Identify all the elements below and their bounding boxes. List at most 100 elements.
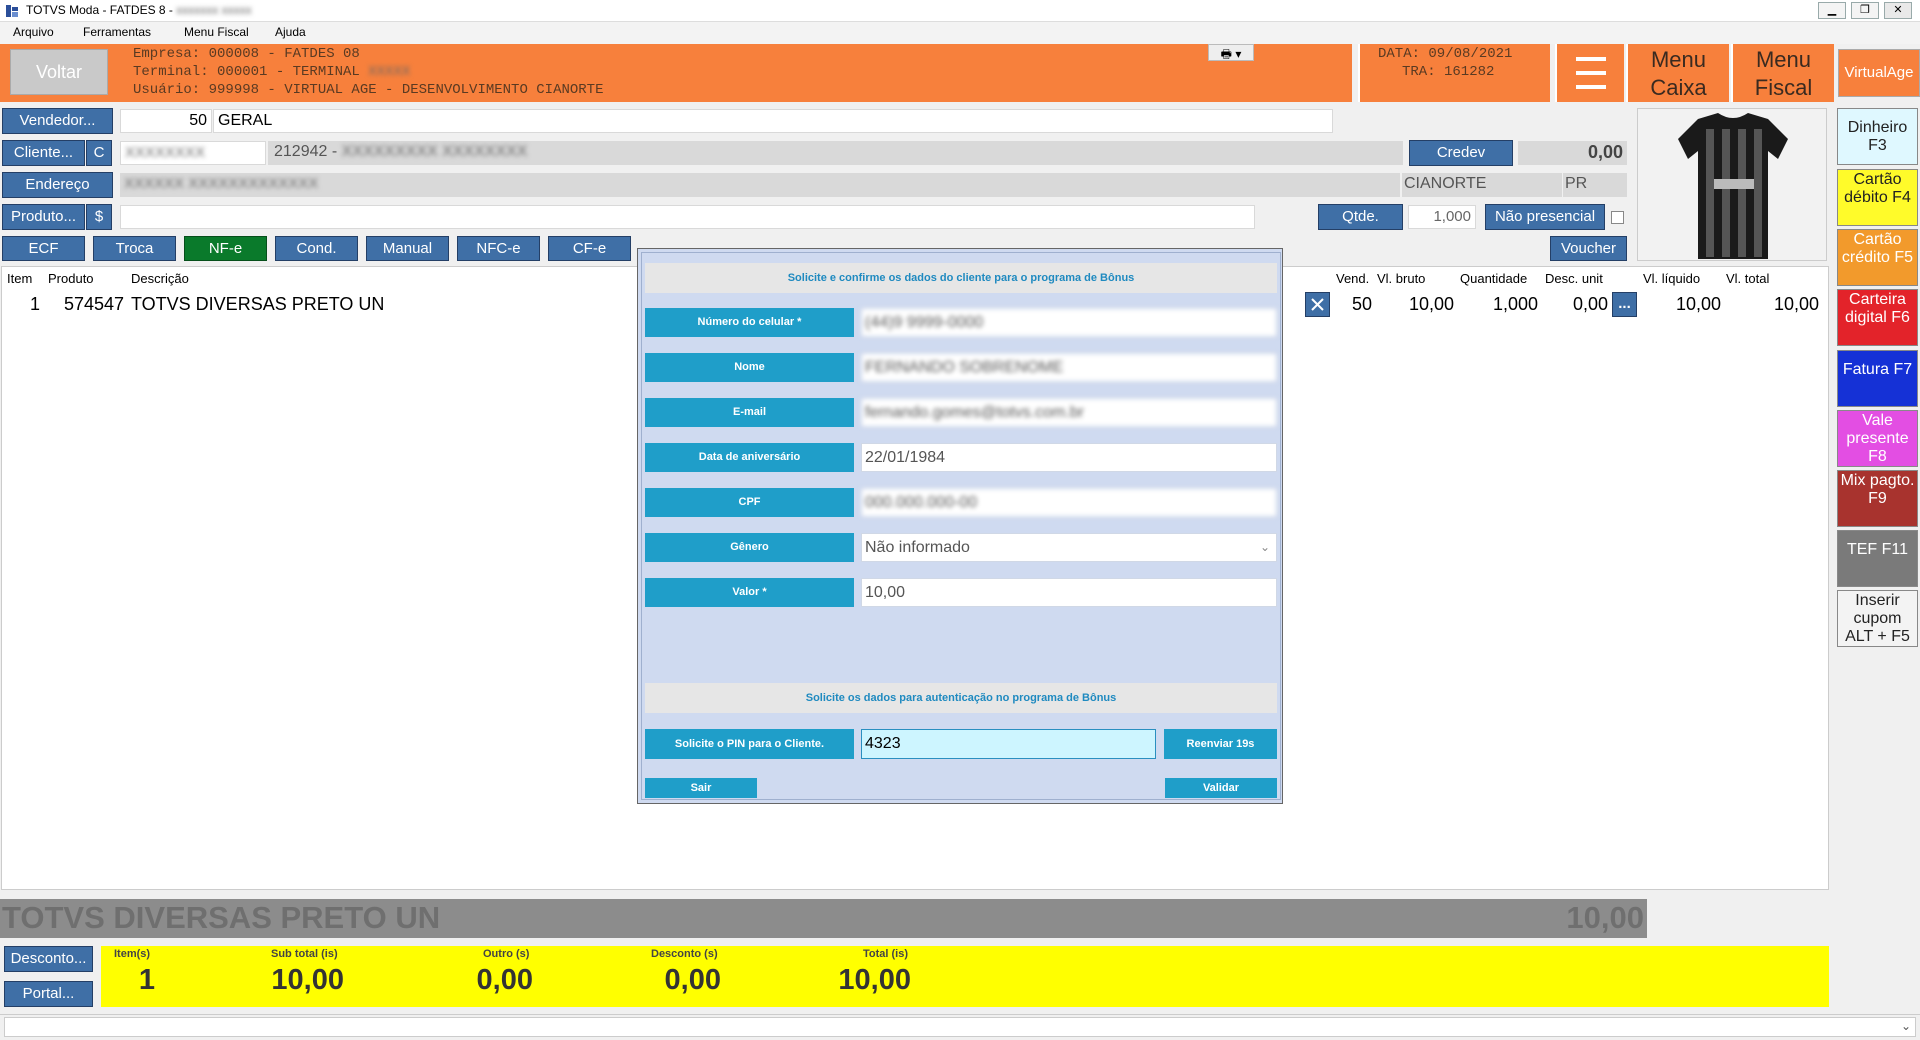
cpf-input[interactable]: 000.000.000-00: [861, 488, 1277, 517]
desconto-button[interactable]: Desconto...: [4, 946, 93, 972]
col-vl-bruto: Vl. bruto: [1377, 271, 1426, 286]
valor-label: Valor *: [645, 578, 854, 607]
cliente-c-button[interactable]: C: [86, 140, 112, 166]
ecf-button[interactable]: ECF: [2, 236, 85, 261]
row-quantidade: 1,000: [1492, 294, 1538, 314]
troca-button[interactable]: Troca: [93, 236, 176, 261]
manual-button[interactable]: Manual: [366, 236, 449, 261]
window-title: TOTVS Moda - FATDES 8 - xxxxxxx xxxxx: [26, 3, 252, 17]
close-window-button[interactable]: ✕: [1884, 2, 1912, 19]
row-vl-bruto: 10,00: [1408, 294, 1454, 314]
portal-button[interactable]: Portal...: [4, 981, 93, 1007]
cliente-button[interactable]: Cliente...: [2, 140, 85, 166]
current-item-description: TOTVS DIVERSAS PRETO UN: [2, 900, 441, 935]
desconto-total-value: 0,00: [664, 964, 721, 996]
nfe-button[interactable]: NF-e: [184, 236, 267, 261]
col-vl-total: Vl. total: [1726, 271, 1770, 286]
vendedor-button[interactable]: Vendedor...: [2, 108, 113, 134]
pay-carteira-digital-button[interactable]: Carteira digital F6: [1837, 289, 1918, 346]
terminal-text: Terminal: 000001 - TERMINAL XXXXX: [133, 64, 411, 80]
cond-button[interactable]: Cond.: [275, 236, 358, 261]
cliente-name-field: 212942 - XXXXXXXXX XXXXXXXX: [268, 141, 1403, 165]
pay-fatura-button[interactable]: Fatura F7: [1837, 350, 1918, 407]
pin-label: Solicite o PIN para o Cliente.: [645, 729, 854, 759]
bonus-dialog: Solicite e confirme os dados do cliente …: [637, 248, 1283, 804]
menu-ferramentas[interactable]: Ferramentas: [83, 25, 151, 39]
exit-button[interactable]: Sair: [645, 778, 757, 798]
aniversario-label: Data de aniversário: [645, 443, 854, 472]
hamburger-menu-button[interactable]: [1555, 44, 1624, 102]
totals-panel: [101, 946, 1829, 1007]
validate-button[interactable]: Validar: [1165, 778, 1277, 798]
desconto-total-label: Desconto (s): [651, 948, 718, 960]
row-descricao: TOTVS DIVERSAS PRETO UN: [131, 294, 385, 314]
genero-label: Gênero: [645, 533, 854, 562]
printer-icon[interactable]: 🖶 ▾: [1208, 44, 1254, 61]
produto-button[interactable]: Produto...: [2, 204, 85, 230]
chevron-down-icon: ⌄: [1259, 540, 1270, 554]
nao-presencial-button[interactable]: Não presencial: [1485, 204, 1605, 230]
col-produto: Produto: [48, 271, 94, 286]
menu-ajuda[interactable]: Ajuda: [275, 25, 306, 39]
voucher-button[interactable]: Voucher: [1550, 236, 1627, 261]
city-field: CIANORTE: [1402, 173, 1562, 197]
pay-vale-presente-button[interactable]: Vale presente F8: [1837, 410, 1918, 467]
endereco-button[interactable]: Endereço: [2, 172, 113, 198]
insert-coupon-button[interactable]: Inserir cupom ALT + F5: [1837, 590, 1918, 647]
status-dropdown[interactable]: ⌄: [4, 1017, 1916, 1037]
menu-caixa-button[interactable]: Menu Caixa: [1626, 44, 1729, 102]
qtde-input[interactable]: 1,000: [1408, 205, 1476, 229]
empresa-text: Empresa: 000008 - FATDES 08: [133, 46, 360, 62]
celular-label: Número do celular *: [645, 308, 854, 337]
col-item: Item: [7, 271, 33, 286]
col-vl-liquido: Vl. líquido: [1643, 271, 1701, 286]
col-descricao: Descrição: [131, 271, 189, 286]
menu-fiscal-button[interactable]: Menu Fiscal: [1731, 44, 1834, 102]
pay-mix-button[interactable]: Mix pagto. F9: [1837, 470, 1918, 527]
pay-cartao-credito-button[interactable]: Cartão crédito F5: [1837, 229, 1918, 286]
pay-tef-button[interactable]: TEF F11: [1837, 530, 1918, 587]
email-input[interactable]: fernando.gomes@totvs.com.br: [861, 398, 1277, 427]
cfe-button[interactable]: CF-e: [548, 236, 631, 261]
subtotal-value: 10,00: [271, 964, 344, 996]
total-value: 10,00: [838, 964, 911, 996]
subtotal-label: Sub total (is): [271, 948, 338, 960]
minimize-button[interactable]: ▁: [1818, 2, 1846, 19]
col-vend: Vend.: [1336, 271, 1370, 286]
valor-input[interactable]: 10,00: [861, 578, 1277, 607]
tra-text: TRA: 161282: [1402, 64, 1495, 80]
credev-button[interactable]: Credev: [1409, 140, 1513, 166]
row-vl-liquido: 10,00: [1675, 294, 1721, 314]
col-desc-unit: Desc. unit: [1545, 271, 1603, 286]
cliente-code-field[interactable]: XXXXXXXX: [120, 141, 266, 165]
dialog-header-customer: Solicite e confirme os dados do cliente …: [645, 263, 1277, 293]
qtde-button[interactable]: Qtde.: [1318, 204, 1403, 230]
menu-arquivo[interactable]: Arquivo: [13, 25, 54, 39]
pin-input[interactable]: 4323: [861, 729, 1156, 759]
pay-dinheiro-button[interactable]: Dinheiro F3: [1837, 108, 1918, 165]
status-bar: ⌄: [0, 1014, 1920, 1040]
menu-fiscal[interactable]: Menu Fiscal: [184, 25, 249, 39]
aniversario-input[interactable]: 22/01/1984: [861, 443, 1277, 472]
remove-item-icon[interactable]: [1305, 292, 1330, 317]
current-item-value: 10,00: [1566, 900, 1644, 935]
row-more-button[interactable]: ...: [1612, 292, 1637, 317]
nome-input[interactable]: FERNANDO SOBRENOME: [861, 353, 1277, 382]
app-icon: [5, 4, 19, 18]
produto-price-button[interactable]: $: [86, 204, 112, 230]
back-button[interactable]: Voltar: [10, 49, 108, 95]
pay-cartao-debito-button[interactable]: Cartão débito F4: [1837, 169, 1918, 226]
row-desc-unit: 0,00: [1572, 294, 1608, 314]
genero-select[interactable]: Não informado ⌄: [861, 533, 1277, 562]
total-label: Total (is): [863, 948, 909, 960]
resend-pin-button[interactable]: Reenviar 19s: [1164, 729, 1277, 759]
header: Voltar Empresa: 000008 - FATDES 08 Termi…: [0, 44, 1920, 102]
cpf-label: CPF: [645, 488, 854, 517]
restore-button[interactable]: ❐: [1851, 2, 1879, 19]
celular-input[interactable]: (44)9 9999-0000: [861, 308, 1277, 337]
nfce-button[interactable]: NFC-e: [457, 236, 540, 261]
produto-input[interactable]: [120, 205, 1255, 229]
outro-label: Outro (s): [483, 948, 530, 960]
vendedor-code-field[interactable]: 50: [120, 109, 212, 133]
nao-presencial-checkbox[interactable]: [1611, 211, 1624, 224]
